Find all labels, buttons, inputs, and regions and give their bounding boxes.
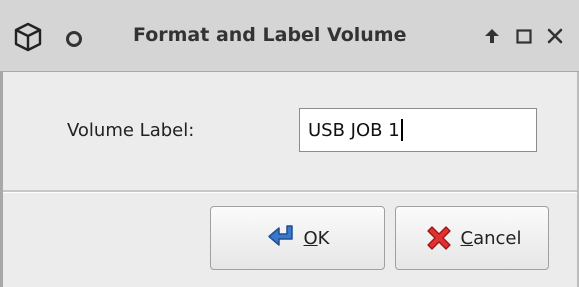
ok-mnemonic: O (303, 227, 318, 249)
enter-arrow-icon (267, 225, 293, 246)
text-caret (400, 119, 403, 141)
volume-label-input[interactable]: USB JOB 1 (299, 108, 537, 152)
ok-button[interactable]: OK (210, 206, 385, 270)
circle-icon[interactable] (66, 31, 82, 47)
cancel-label: Cancel (461, 228, 522, 249)
x-icon (426, 226, 451, 250)
titlebar[interactable]: Format and Label Volume (0, 0, 579, 72)
maximize-icon[interactable] (512, 24, 536, 48)
separator (3, 190, 577, 193)
volume-label-text: Volume Label: (67, 120, 195, 141)
cancel-rest: ancel (473, 227, 522, 249)
cube-icon[interactable] (13, 22, 43, 52)
cancel-button[interactable]: Cancel (395, 206, 549, 270)
format-volume-dialog: Format and Label Volume Volume Label: US… (0, 0, 579, 287)
cancel-mnemonic: C (460, 227, 474, 249)
window-title: Format and Label Volume (133, 24, 407, 46)
volume-label-value: USB JOB 1 (308, 119, 400, 141)
arrow-up-icon[interactable] (480, 24, 504, 48)
close-icon[interactable] (543, 24, 567, 48)
ok-label: OK (304, 228, 330, 249)
dialog-content: Volume Label: USB JOB 1 OK Cancel (3, 72, 577, 287)
ok-rest: K (317, 227, 330, 249)
